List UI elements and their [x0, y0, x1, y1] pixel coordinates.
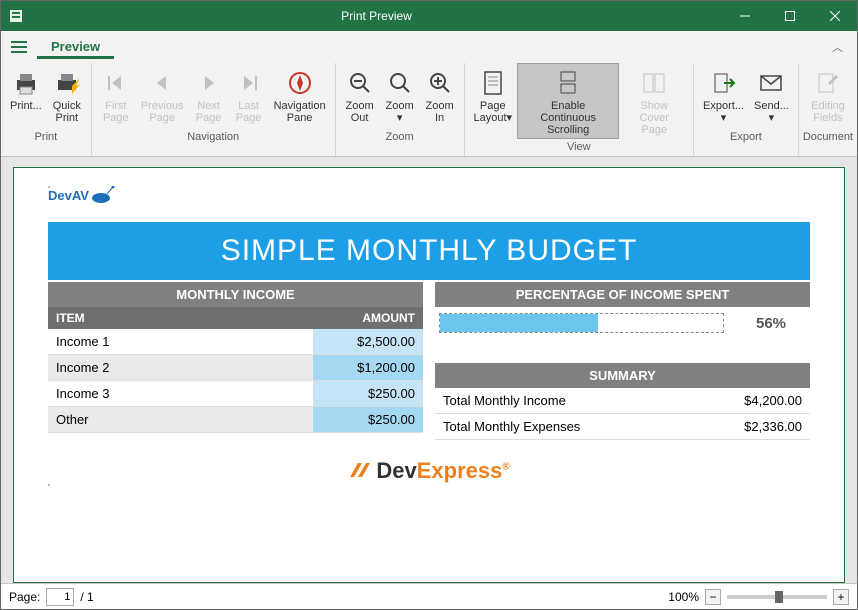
- editing-fields-icon: [816, 66, 840, 100]
- editing-fields-button: Editing Fields: [806, 63, 850, 129]
- table-row: Income 3$250.00: [48, 381, 423, 407]
- continuous-scrolling-button[interactable]: Enable Continuous Scrolling: [517, 63, 619, 139]
- col-amount: AMOUNT: [354, 307, 423, 329]
- zoom-in-small-button[interactable]: +: [833, 589, 849, 605]
- ribbon: Print... Quick Print Print First Page Pr…: [1, 59, 857, 157]
- quick-print-button[interactable]: Quick Print: [47, 63, 87, 129]
- next-page-icon: [198, 66, 220, 100]
- compass-icon: [287, 66, 313, 100]
- export-icon: [712, 66, 736, 100]
- last-page-button: Last Page: [229, 63, 269, 129]
- collapse-ribbon-button[interactable]: ︿: [828, 35, 847, 59]
- tab-strip: Preview ︿: [1, 31, 857, 59]
- company-logo: DevAV: [48, 186, 810, 204]
- document-title: SIMPLE MONTHLY BUDGET: [48, 222, 810, 280]
- group-document: Editing Fields Document: [799, 63, 857, 156]
- navigation-pane-button[interactable]: Navigation Pane: [269, 63, 331, 129]
- group-zoom: Zoom Out Zoom ▾ Zoom In Zoom: [336, 63, 465, 156]
- zoom-icon: [388, 66, 412, 100]
- quick-print-icon: [54, 66, 80, 100]
- maximize-button[interactable]: [767, 1, 812, 31]
- next-page-button: Next Page: [189, 63, 229, 129]
- preview-viewport[interactable]: DevAV SIMPLE MONTHLY BUDGET MONTHLY INCO…: [1, 157, 857, 583]
- page-number-input[interactable]: [46, 588, 74, 606]
- group-label-zoom: Zoom: [386, 129, 414, 146]
- zoom-in-icon: [428, 66, 452, 100]
- previous-page-button: Previous Page: [136, 63, 189, 129]
- printer-icon: [13, 66, 39, 100]
- footer-logo: DevExpress®: [48, 458, 810, 484]
- group-label-export: Export: [730, 129, 762, 146]
- summary-row: Total Monthly Expenses$2,336.00: [435, 414, 810, 440]
- zoom-level: 100%: [668, 590, 699, 604]
- pct-bar: [439, 313, 724, 333]
- cover-page-icon: [641, 66, 667, 100]
- pct-bar-fill: [440, 314, 598, 332]
- page-preview: DevAV SIMPLE MONTHLY BUDGET MONTHLY INCO…: [13, 167, 845, 583]
- summary-header: SUMMARY: [435, 363, 810, 388]
- zoom-out-small-button[interactable]: −: [705, 589, 721, 605]
- last-page-icon: [238, 66, 260, 100]
- status-bar: Page: / 1 100% − +: [1, 583, 857, 609]
- table-row: Income 2$1,200.00: [48, 355, 423, 381]
- print-button[interactable]: Print...: [5, 63, 47, 129]
- income-column: MONTHLY INCOME ITEM AMOUNT Income 1$2,50…: [48, 282, 423, 440]
- pct-row: 56%: [435, 307, 810, 339]
- group-print: Print... Quick Print Print: [1, 63, 92, 156]
- page-layout-icon: [482, 66, 504, 100]
- logo-icon: [91, 186, 115, 204]
- title-bar: Print Preview: [1, 1, 857, 31]
- devexpress-icon: [348, 459, 370, 481]
- first-page-icon: [105, 66, 127, 100]
- logo-text: DevAV: [48, 188, 89, 203]
- page-total: / 1: [80, 590, 93, 604]
- zoom-slider: − +: [705, 589, 849, 605]
- pct-value: 56%: [736, 315, 806, 332]
- export-button[interactable]: Export... ▾: [698, 63, 749, 129]
- close-button[interactable]: [812, 1, 857, 31]
- page-label: Page:: [9, 590, 40, 604]
- prev-page-icon: [151, 66, 173, 100]
- group-navigation: First Page Previous Page Next Page Last …: [92, 63, 336, 156]
- income-column-headers: ITEM AMOUNT: [48, 307, 423, 329]
- app-icon: [1, 8, 31, 24]
- summary-row: Total Monthly Income$4,200.00: [435, 388, 810, 414]
- page-layout-button[interactable]: Page Layout▾: [469, 63, 517, 129]
- zoom-button[interactable]: Zoom ▾: [380, 63, 420, 129]
- table-row: Other$250.00: [48, 407, 423, 433]
- table-row: Income 1$2,500.00: [48, 329, 423, 355]
- zoom-in-button[interactable]: Zoom In: [420, 63, 460, 129]
- first-page-button: First Page: [96, 63, 136, 129]
- zoom-out-icon: [348, 66, 372, 100]
- show-cover-page-button: Show Cover Page: [619, 63, 689, 139]
- group-label-navigation: Navigation: [187, 129, 239, 146]
- group-label-print: Print: [35, 129, 58, 146]
- group-view: Page Layout▾ Enable Continuous Scrolling…: [465, 63, 694, 156]
- minimize-button[interactable]: [722, 1, 767, 31]
- income-header: MONTHLY INCOME: [48, 282, 423, 307]
- window-title: Print Preview: [31, 9, 722, 23]
- continuous-scroll-icon: [555, 66, 581, 100]
- tab-preview[interactable]: Preview: [37, 35, 114, 59]
- zoom-out-button[interactable]: Zoom Out: [340, 63, 380, 129]
- pct-header: PERCENTAGE OF INCOME SPENT: [435, 282, 810, 307]
- group-label-document: Document: [803, 129, 853, 146]
- group-label-view: View: [567, 139, 591, 156]
- zoom-thumb[interactable]: [775, 591, 783, 603]
- send-button[interactable]: Send... ▾: [749, 63, 794, 129]
- file-menu-button[interactable]: [5, 35, 33, 59]
- col-item: ITEM: [48, 307, 354, 329]
- group-export: Export... ▾ Send... ▾ Export: [694, 63, 799, 156]
- summary-column: PERCENTAGE OF INCOME SPENT 56% SUMMARY T…: [435, 282, 810, 440]
- envelope-icon: [759, 66, 783, 100]
- zoom-track[interactable]: [727, 595, 827, 599]
